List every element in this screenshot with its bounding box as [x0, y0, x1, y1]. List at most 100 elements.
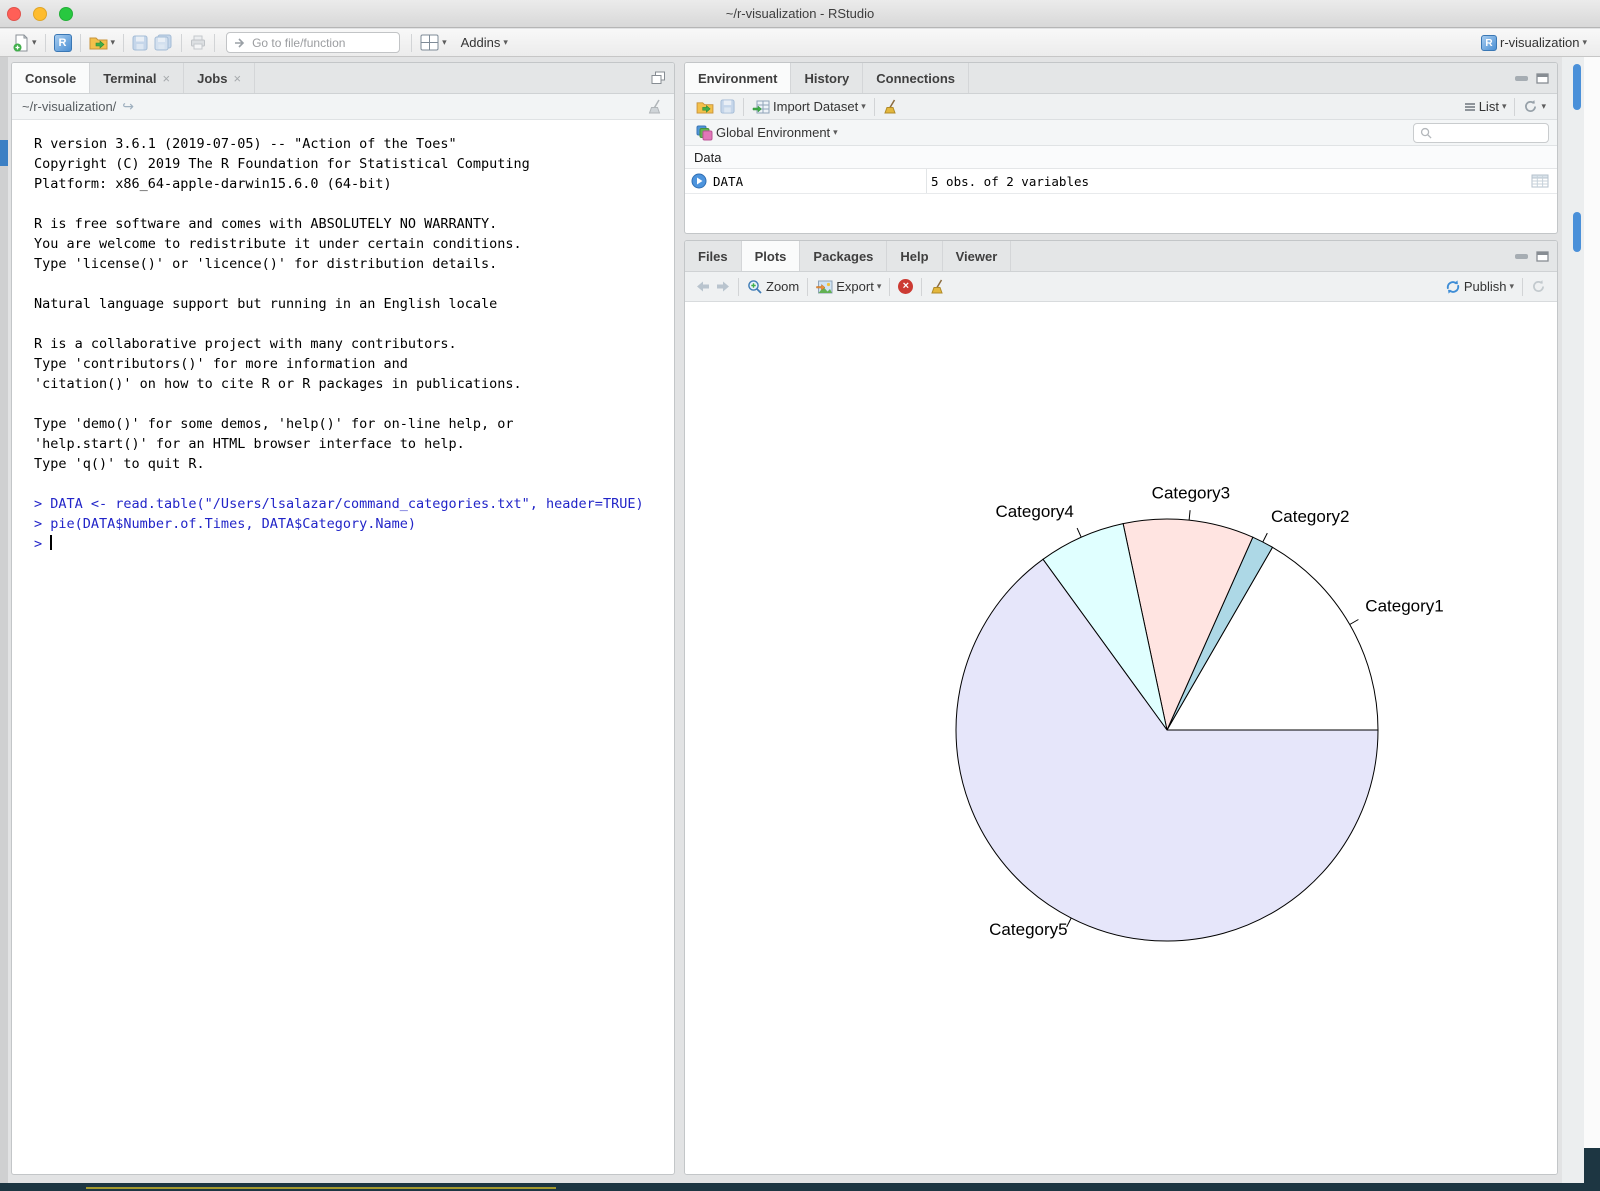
refresh-icon: [1531, 279, 1546, 294]
zoom-window-button[interactable]: [59, 7, 73, 21]
chevron-down-icon[interactable]: ▾: [442, 38, 447, 47]
toolbar-separator: [921, 278, 922, 296]
refresh-environment-button[interactable]: ▾: [1520, 97, 1549, 116]
plots-pane: Files Plots Packages Help Viewer: [684, 240, 1558, 1175]
new-document-icon: [13, 34, 29, 52]
clear-all-plots-button[interactable]: [927, 277, 949, 297]
save-all-button[interactable]: [151, 32, 176, 53]
refresh-plot-button[interactable]: [1528, 277, 1549, 296]
titlebar: ~/r-visualization - RStudio: [0, 0, 1600, 28]
toolbar-separator: [214, 34, 215, 52]
console-line: Natural language support but running in …: [34, 294, 674, 314]
object-summary: 5 obs. of 2 variables: [931, 174, 1089, 189]
background-scrollbar-thumb: [1573, 64, 1581, 110]
zoom-plot-button[interactable]: Zoom: [744, 277, 802, 297]
maximize-pane-icon[interactable]: [1536, 251, 1549, 262]
console-line: You are welcome to redistribute it under…: [34, 234, 674, 254]
console-line: R is free software and comes with ABSOLU…: [34, 214, 674, 234]
environment-scope-bar: Global Environment ▾: [685, 120, 1557, 146]
tab-environment[interactable]: Environment: [685, 63, 791, 93]
remove-plot-button[interactable]: ×: [895, 277, 916, 296]
tab-label: Help: [900, 249, 928, 264]
toolbar-separator: [1522, 278, 1523, 296]
close-icon[interactable]: ×: [233, 71, 241, 86]
goto-file-function-input[interactable]: [252, 36, 382, 50]
addins-button[interactable]: Addins ▾: [458, 33, 511, 52]
clear-objects-button[interactable]: [880, 97, 902, 117]
load-workspace-button[interactable]: [693, 98, 717, 116]
export-plot-button[interactable]: Export ▾: [813, 277, 884, 296]
addins-label: Addins: [461, 35, 501, 50]
chevron-down-icon: ▾: [833, 128, 838, 137]
console-pane: Console Terminal × Jobs × ~/r-visualizat…: [11, 62, 675, 1175]
print-button[interactable]: [187, 33, 209, 52]
console-line: [34, 274, 674, 294]
goto-directory-icon[interactable]: ↪: [122, 98, 134, 115]
environment-search-box[interactable]: [1413, 123, 1549, 143]
chevron-down-icon[interactable]: ▾: [32, 38, 37, 47]
pane-layout-button[interactable]: ▾: [417, 32, 450, 53]
tab-viewer[interactable]: Viewer: [943, 241, 1012, 271]
tab-files[interactable]: Files: [685, 241, 742, 271]
environment-scope-button[interactable]: Global Environment ▾: [693, 123, 841, 143]
previous-plot-button[interactable]: [693, 278, 713, 295]
project-selector-button[interactable]: R r-visualization ▾: [1478, 33, 1590, 53]
minimize-pane-icon[interactable]: [1514, 251, 1529, 261]
open-file-button[interactable]: ▾: [86, 33, 119, 52]
environment-pane: Environment History Connections: [684, 62, 1558, 234]
publish-label: Publish: [1464, 279, 1507, 294]
toolbar-separator: [738, 278, 739, 296]
list-bars-icon: [1464, 102, 1476, 112]
console-output[interactable]: R version 3.6.1 (2019-07-05) -- "Action …: [12, 120, 674, 554]
chevron-down-icon: ▾: [1582, 38, 1587, 47]
minimize-pane-icon[interactable]: [1514, 73, 1529, 83]
tab-jobs[interactable]: Jobs ×: [184, 63, 255, 93]
maximize-pane-icon[interactable]: [1536, 73, 1549, 84]
back-arrow-icon: [696, 280, 710, 293]
save-button[interactable]: [129, 33, 151, 53]
close-icon[interactable]: ×: [163, 71, 171, 86]
tab-history[interactable]: History: [791, 63, 863, 93]
import-dataset-button[interactable]: Import Dataset ▾: [749, 97, 869, 116]
close-window-button[interactable]: [7, 7, 21, 21]
maximize-pane-icon[interactable]: [651, 71, 666, 85]
rstudio-window: ~/r-visualization - RStudio ▾ R ▾: [0, 0, 1600, 1191]
view-table-icon[interactable]: [1531, 174, 1549, 188]
toolbar-separator: [80, 34, 81, 52]
tab-label: Packages: [813, 249, 873, 264]
environment-search-input[interactable]: [1437, 126, 1537, 140]
column-divider: [926, 169, 927, 193]
pane-layout-grid-icon: [420, 34, 439, 51]
publish-button[interactable]: Publish ▾: [1442, 277, 1517, 297]
chevron-down-icon: ▾: [1509, 282, 1514, 291]
tab-label: Jobs: [197, 71, 227, 86]
clear-console-broom-icon[interactable]: [648, 99, 664, 115]
console-line: [34, 474, 674, 494]
tab-plots[interactable]: Plots: [742, 241, 801, 271]
list-view-button[interactable]: List ▾: [1461, 97, 1510, 116]
console-line: [34, 394, 674, 414]
tab-console[interactable]: Console: [12, 63, 90, 93]
console-line: Platform: x86_64-apple-darwin15.6.0 (64-…: [34, 174, 674, 194]
expand-object-icon[interactable]: [691, 173, 707, 189]
zoom-label: Zoom: [766, 279, 799, 294]
open-folder-icon: [696, 100, 714, 114]
save-workspace-button[interactable]: [717, 97, 738, 116]
new-project-button[interactable]: R: [51, 32, 75, 54]
tab-label: Console: [25, 71, 76, 86]
pie-chart: Category1Category2Category3Category4Cate…: [685, 304, 1557, 1175]
tab-help[interactable]: Help: [887, 241, 942, 271]
tab-terminal[interactable]: Terminal ×: [90, 63, 184, 93]
console-line: > pie(DATA$Number.of.Times, DATA$Categor…: [34, 514, 674, 534]
goto-file-function-box[interactable]: [226, 32, 400, 53]
chevron-down-icon[interactable]: ▾: [111, 38, 116, 47]
next-plot-button[interactable]: [713, 278, 733, 295]
new-file-button[interactable]: ▾: [10, 32, 40, 54]
environment-object-row[interactable]: DATA 5 obs. of 2 variables: [685, 169, 1557, 194]
tab-connections[interactable]: Connections: [863, 63, 969, 93]
plots-toolbar: Zoom Export ▾ ×: [685, 272, 1557, 302]
pie-label: Category4: [995, 502, 1073, 521]
minimize-window-button[interactable]: [33, 7, 47, 21]
tab-packages[interactable]: Packages: [800, 241, 887, 271]
background-scrollbar-thumb: [1573, 212, 1581, 252]
